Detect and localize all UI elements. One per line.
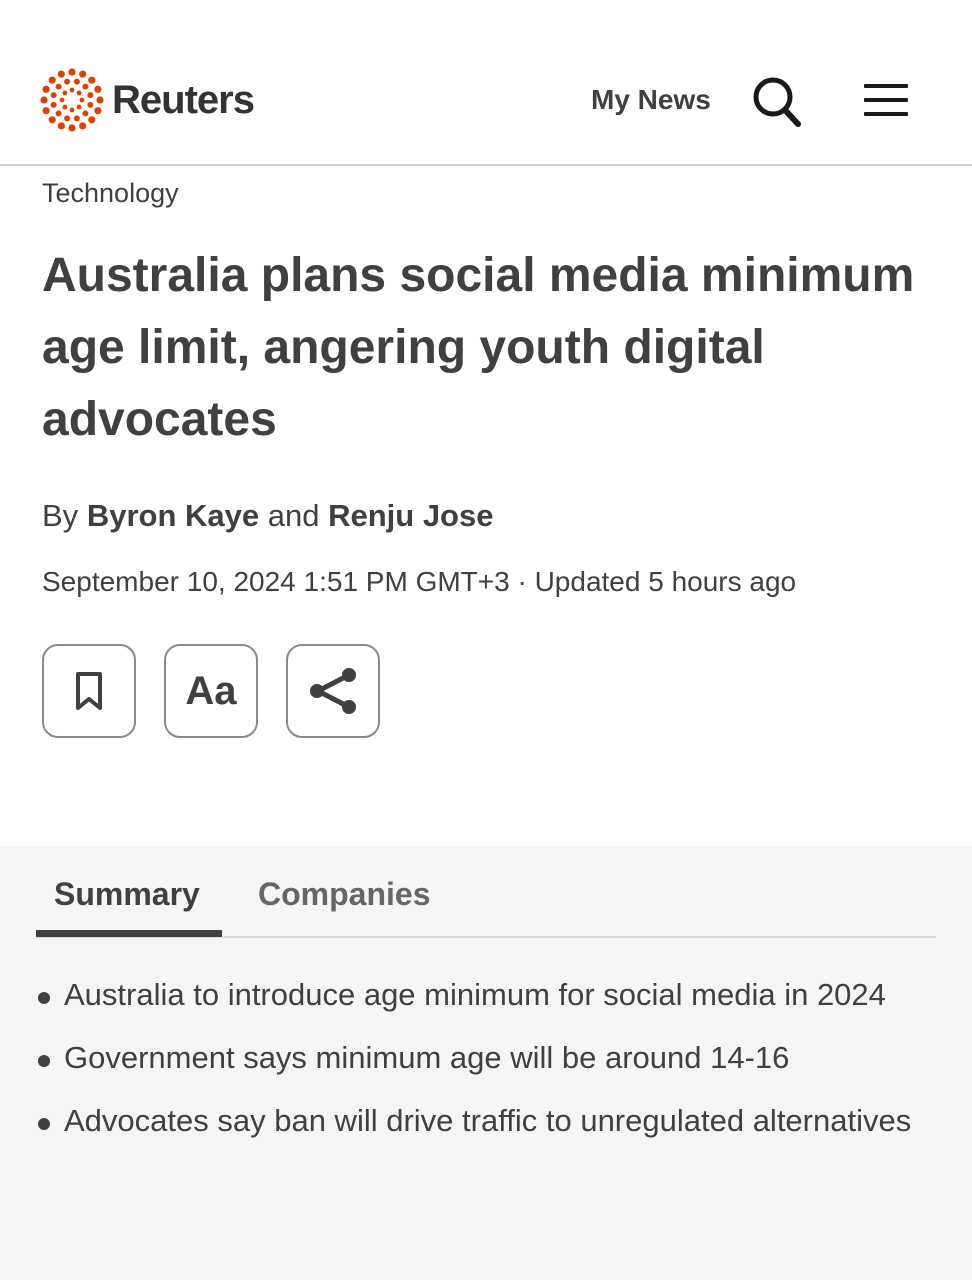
logo-dot: [76, 104, 82, 110]
logo-dot: [42, 107, 50, 115]
logo-dot: [64, 115, 71, 122]
bookmark-icon: [76, 672, 102, 710]
site-header: Reuters My News: [0, 0, 972, 166]
logo-dot: [57, 70, 65, 78]
byline-prefix: By: [42, 498, 79, 533]
article-headline: Australia plans social media minimum age…: [42, 249, 915, 446]
logo-dot: [79, 97, 85, 103]
logo-dot: [55, 83, 62, 90]
byline: By Byron Kaye and Renju Jose: [42, 498, 493, 534]
summary-tabs: Summary Companies: [36, 846, 936, 938]
logo-dot: [57, 122, 65, 130]
logo-dot: [87, 101, 94, 108]
byline-and: and: [267, 498, 320, 533]
logo-dot: [48, 116, 56, 124]
logo-dot: [69, 87, 75, 93]
logo-dot: [55, 110, 62, 117]
summary-panel: Summary Companies Australia to introduce…: [0, 846, 972, 1280]
tab-summary[interactable]: Summary: [54, 876, 200, 913]
logo-dot: [59, 97, 65, 103]
logo-dot: [69, 107, 75, 113]
tab-companies[interactable]: Companies: [258, 876, 430, 913]
summary-item: Australia to introduce age minimum for s…: [36, 968, 916, 1022]
logo-dot: [68, 68, 76, 76]
logo-dot: [76, 90, 82, 96]
logo-dot: [64, 78, 71, 85]
reuters-logo-icon: [40, 68, 104, 132]
text-size-label: Aa: [185, 668, 237, 713]
summary-list: Australia to introduce age minimum for s…: [36, 968, 916, 1157]
logo-dot: [48, 76, 56, 84]
logo-dot: [73, 78, 80, 85]
share-icon: [310, 668, 356, 714]
my-news-link[interactable]: My News: [591, 84, 711, 116]
logo-dot: [68, 124, 76, 132]
logo-dot: [88, 116, 96, 124]
article-date: September 10, 2024 1:51 PM GMT+3 · Updat…: [42, 566, 797, 597]
logo-dot: [88, 76, 96, 84]
logo-dot: [40, 96, 48, 104]
logo-dot: [82, 83, 89, 90]
logo-dot: [79, 70, 87, 78]
search-icon[interactable]: [752, 76, 802, 128]
logo-dot: [50, 101, 57, 108]
active-tab-indicator: [36, 930, 222, 937]
logo-dot: [94, 107, 102, 115]
logo-dot: [79, 122, 87, 130]
summary-item: Government says minimum age will be arou…: [36, 1031, 916, 1085]
logo-dot: [87, 92, 94, 99]
logo-dot: [82, 110, 89, 117]
text-size-button[interactable]: Aa: [164, 644, 258, 738]
bookmark-button[interactable]: [42, 644, 136, 738]
logo-dot: [73, 115, 80, 122]
logo-dot: [96, 96, 104, 104]
share-button[interactable]: [286, 644, 380, 738]
section-label[interactable]: Technology: [42, 178, 179, 209]
logo-dot: [42, 85, 50, 93]
reuters-logo[interactable]: Reuters: [40, 68, 255, 132]
author-link[interactable]: Byron Kaye: [87, 498, 259, 533]
logo-dot: [62, 90, 68, 96]
logo-dot: [94, 85, 102, 93]
summary-item: Advocates say ban will drive traffic to …: [36, 1094, 916, 1148]
author-link[interactable]: Renju Jose: [328, 498, 493, 533]
logo-dot: [62, 104, 68, 110]
brand-name: Reuters: [112, 77, 255, 122]
logo-dot: [50, 92, 57, 99]
hamburger-menu-icon[interactable]: [864, 82, 908, 118]
article-actions: Aa: [42, 644, 408, 738]
